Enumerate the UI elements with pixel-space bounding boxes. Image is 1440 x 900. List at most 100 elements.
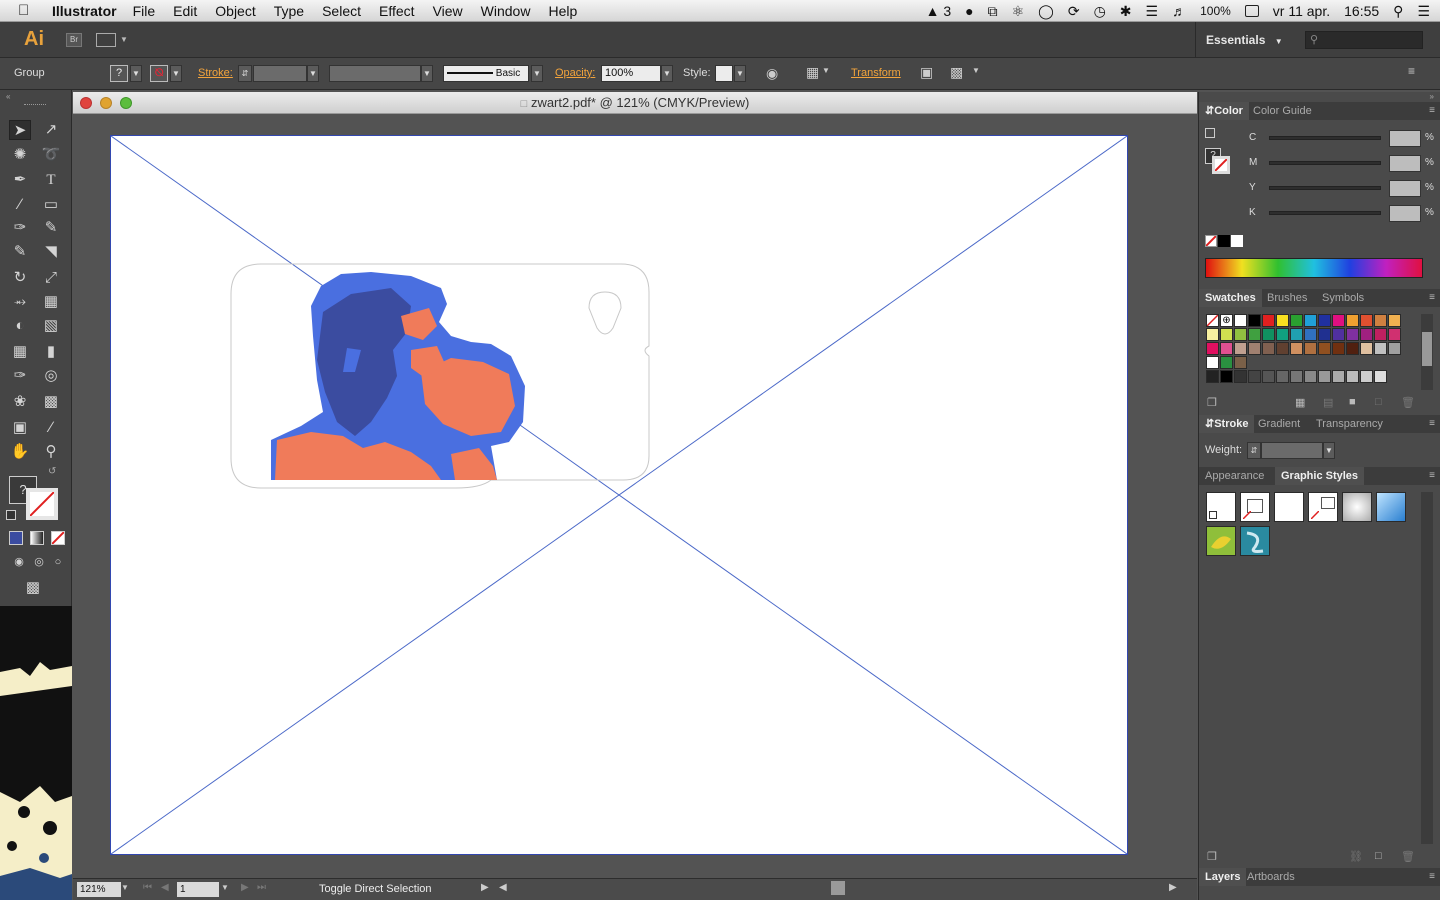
column-graph-tool-icon[interactable]: ▩ (40, 392, 62, 412)
color-swatch[interactable] (1234, 370, 1247, 383)
color-swatch[interactable] (1346, 342, 1359, 355)
brush-definition-field[interactable]: Basic (443, 65, 529, 82)
color-swatch[interactable] (1318, 328, 1331, 341)
tab-swatches[interactable]: Swatches (1199, 289, 1262, 307)
break-link-icon[interactable]: ⛓ (1349, 850, 1363, 863)
color-swatch[interactable] (1360, 328, 1373, 341)
first-artboard-icon[interactable]: ⏮ (143, 882, 152, 893)
stroke-color-box[interactable] (26, 488, 58, 520)
panel-grip[interactable] (24, 104, 46, 107)
shape-builder-tool-icon[interactable]: ◐ (9, 316, 31, 336)
color-stroke-box[interactable] (1212, 156, 1230, 174)
minimize-window-icon[interactable] (100, 97, 112, 109)
fill-dropdown[interactable]: ▼ (130, 65, 142, 82)
swatches-scrollbar[interactable] (1421, 314, 1433, 390)
portrait-artwork[interactable] (271, 272, 525, 480)
registration-swatch[interactable]: ⊕ (1220, 314, 1233, 327)
black-value-field[interactable] (1389, 205, 1421, 222)
color-swatch[interactable] (1346, 328, 1359, 341)
color-swatch[interactable] (1318, 314, 1331, 327)
magic-wand-tool-icon[interactable]: ✺ (9, 145, 31, 165)
color-swatch[interactable] (1234, 356, 1247, 369)
drive-icon[interactable]: ◯ (1038, 3, 1054, 20)
arrange-documents-button[interactable] (96, 32, 116, 47)
opacity-field[interactable]: 100% (601, 65, 661, 82)
menu-file[interactable]: File (133, 3, 156, 19)
weight-field[interactable] (1261, 442, 1323, 459)
tab-brushes[interactable]: Brushes (1261, 289, 1313, 307)
artboard-number-field[interactable]: 1 (177, 882, 219, 897)
color-swatch[interactable] (1206, 314, 1219, 327)
workspace-switcher[interactable]: Essentials ▼ (1195, 22, 1295, 58)
graphic-style-teal-pattern[interactable] (1240, 526, 1270, 556)
blend-tool-icon[interactable]: ◎ (40, 366, 62, 386)
color-swatch[interactable] (1318, 370, 1331, 383)
black-slider[interactable] (1269, 211, 1381, 215)
color-swatch[interactable] (1220, 328, 1233, 341)
color-swatch[interactable] (1262, 370, 1275, 383)
color-swatch[interactable] (1304, 370, 1317, 383)
tab-layers[interactable]: Layers (1199, 868, 1247, 886)
color-swatch[interactable] (1290, 342, 1303, 355)
yellow-slider[interactable] (1269, 186, 1381, 190)
color-swatch[interactable] (1304, 314, 1317, 327)
scroll-left-icon[interactable]: ◀ (499, 882, 507, 893)
color-swatch[interactable] (1262, 314, 1275, 327)
color-swatch[interactable] (1346, 314, 1359, 327)
color-swatch[interactable] (1276, 314, 1289, 327)
tab-transparency[interactable]: Transparency (1310, 415, 1389, 433)
battery-icon[interactable] (1244, 5, 1259, 17)
color-swatch[interactable] (1304, 342, 1317, 355)
scale-tool-icon[interactable]: ⤢ (40, 268, 62, 288)
panel-menu-icon[interactable]: ≡ (1408, 64, 1415, 78)
scroll-right-icon[interactable]: ▶ (1169, 882, 1177, 893)
cyan-value-field[interactable] (1389, 130, 1421, 147)
graphic-styles-scrollbar[interactable] (1421, 492, 1433, 844)
graphic-style-white[interactable] (1274, 492, 1304, 522)
color-swatch[interactable] (1276, 342, 1289, 355)
spotlight-icon[interactable]: ⚲ (1393, 3, 1403, 20)
graphic-style-green-pattern[interactable] (1206, 526, 1236, 556)
color-swatch[interactable] (1290, 370, 1303, 383)
bowler-hat-icon[interactable]: ● (965, 3, 973, 19)
color-swatch[interactable] (1360, 342, 1373, 355)
variable-width-dropdown[interactable]: ▼ (421, 65, 433, 82)
symbol-sprayer-tool-icon[interactable]: ❀ (9, 392, 31, 412)
pen-tool-icon[interactable]: ✒ (9, 170, 31, 190)
graphic-style-no-fill[interactable] (1240, 492, 1270, 522)
artboard-dropdown-icon[interactable]: ▼ (221, 883, 229, 892)
cyan-slider[interactable] (1269, 136, 1381, 140)
chevron-down-icon[interactable]: ▼ (972, 66, 980, 75)
tab-appearance[interactable]: Appearance (1199, 467, 1270, 485)
tab-color-guide[interactable]: Color Guide (1247, 102, 1318, 120)
stroke-weight-dropdown[interactable]: ▼ (307, 65, 319, 82)
menu-object[interactable]: Object (215, 3, 255, 19)
chevron-down-icon[interactable]: ▼ (120, 35, 128, 44)
color-swatch[interactable] (1360, 370, 1373, 383)
color-swatch[interactable] (1304, 328, 1317, 341)
default-fill-stroke-icon[interactable] (6, 510, 16, 520)
bridge-button[interactable]: Br (66, 32, 82, 47)
magenta-slider[interactable] (1269, 161, 1381, 165)
graphic-style-shadow[interactable] (1342, 492, 1372, 522)
slice-tool-icon[interactable]: ∕ (40, 418, 62, 438)
new-graphic-style-icon[interactable]: □ (1375, 850, 1382, 862)
artboard[interactable] (110, 135, 1128, 855)
color-swatch[interactable] (1276, 370, 1289, 383)
stroke-label[interactable]: Stroke: (198, 67, 233, 79)
zoom-tool-icon[interactable]: ⚲ (40, 442, 62, 462)
color-swatch[interactable] (1234, 328, 1247, 341)
help-search-input[interactable]: ⚲ (1305, 31, 1423, 49)
panel-menu-icon[interactable]: ≡ (1429, 871, 1435, 882)
line-tool-icon[interactable]: ∕ (9, 195, 31, 215)
panel-menu-icon[interactable]: ≡ (1429, 105, 1435, 116)
volume-icon[interactable]: ♬ (1172, 3, 1186, 19)
chevron-down-icon[interactable]: ▼ (822, 66, 830, 75)
selection-tool-icon[interactable]: ➤ (9, 120, 31, 140)
direct-selection-tool-icon[interactable]: ↗ (40, 120, 62, 140)
panel-menu-icon[interactable]: ≡ (1429, 292, 1435, 303)
adobe-notification-icon[interactable]: ▲ 3 (926, 3, 952, 19)
color-swatch[interactable] (1332, 328, 1345, 341)
opacity-dropdown[interactable]: ▼ (661, 65, 673, 82)
menu-select[interactable]: Select (322, 3, 361, 19)
